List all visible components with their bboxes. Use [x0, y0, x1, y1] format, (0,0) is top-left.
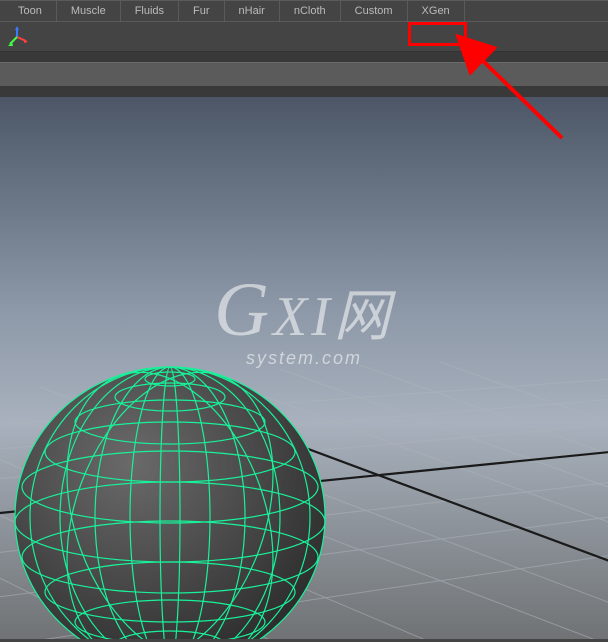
menu-muscle[interactable]: Muscle	[57, 1, 121, 21]
menu-nhair[interactable]: nHair	[225, 1, 280, 21]
shelf-gap	[0, 52, 608, 62]
menu-fluids[interactable]: Fluids	[121, 1, 179, 21]
sphere-object[interactable]	[15, 344, 325, 639]
menu-ncloth[interactable]: nCloth	[280, 1, 341, 21]
toolbar	[0, 22, 608, 52]
menu-custom[interactable]: Custom	[341, 1, 408, 21]
viewport-3d[interactable]: GXI网 system.com	[0, 97, 608, 639]
scene-canvas	[0, 97, 608, 639]
panel-header	[0, 62, 608, 87]
menu-fur[interactable]: Fur	[179, 1, 225, 21]
view-axis-icon	[6, 26, 28, 48]
menu-bar: Toon Muscle Fluids Fur nHair nCloth Cust…	[0, 0, 608, 22]
panel-gap	[0, 87, 608, 97]
menu-toon[interactable]: Toon	[4, 1, 57, 21]
menu-xgen[interactable]: XGen	[408, 1, 465, 21]
